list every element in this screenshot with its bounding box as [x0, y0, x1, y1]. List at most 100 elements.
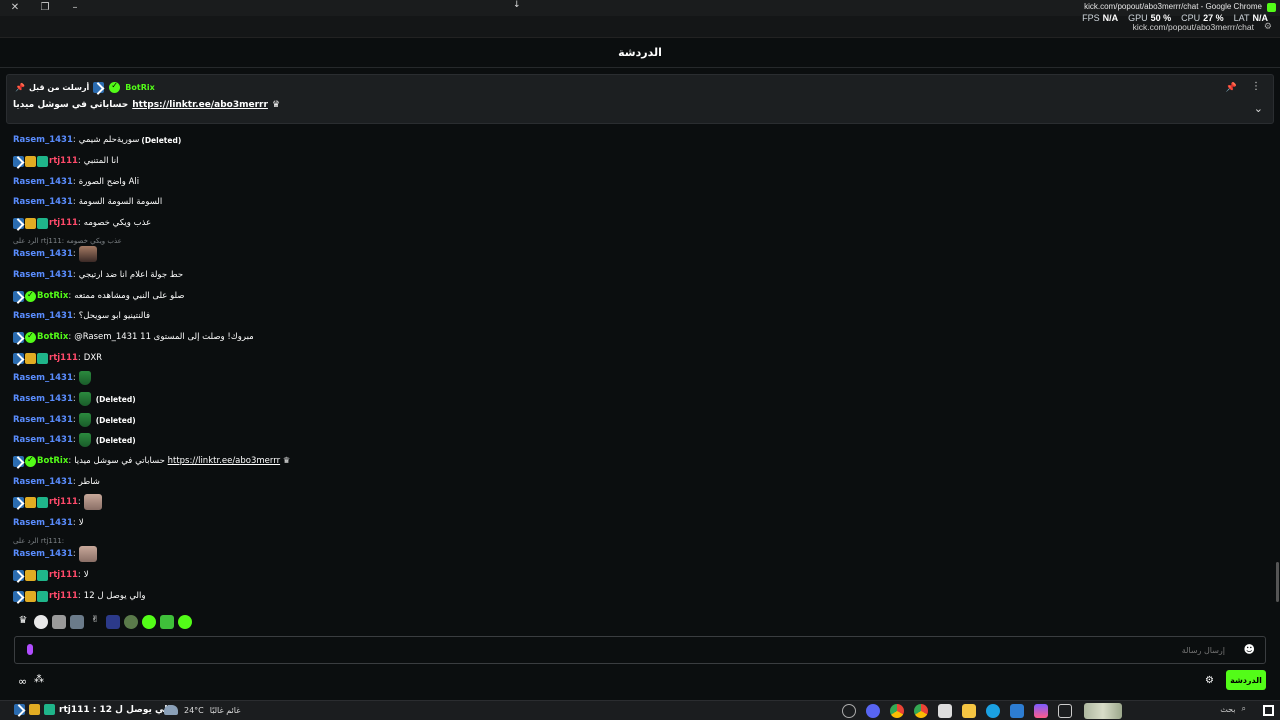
green-box-emote-icon[interactable]	[160, 615, 174, 629]
username[interactable]: Rasem_1431	[13, 549, 73, 559]
username[interactable]: Rasem_1431	[13, 373, 73, 383]
message-text: سوريةحلم شيمي	[78, 135, 140, 145]
blue-emote-icon[interactable]	[106, 615, 120, 629]
username[interactable]: rtj111	[49, 218, 78, 228]
minimize-icon[interactable]: –	[68, 1, 82, 15]
username[interactable]: Rasem_1431	[13, 197, 73, 207]
chat-message: BotRix: @Rasem_1431 مبروك! وصلت إلى المس…	[13, 330, 254, 344]
edge-app-icon[interactable]	[986, 704, 1000, 718]
emoji-icon[interactable]: ☻	[1244, 643, 1255, 656]
username[interactable]: Rasem_1431	[13, 249, 73, 259]
username[interactable]: Rasem_1431	[13, 135, 73, 145]
ball-emote-icon[interactable]	[34, 615, 48, 629]
pinned-by-label: أرسلت من قبل	[28, 83, 90, 92]
moderator-badge-icon	[13, 569, 24, 581]
username[interactable]: Rasem_1431	[13, 435, 73, 445]
task-view-icon[interactable]	[1058, 704, 1072, 718]
username[interactable]: BotRix	[37, 332, 68, 342]
username[interactable]: BotRix	[37, 456, 68, 466]
username[interactable]: BotRix	[37, 291, 68, 301]
close-icon[interactable]: ✕	[8, 1, 22, 15]
pinned-message[interactable]: 📌 أرسلت من قبل BotRix حساباتي في سوشل مي…	[6, 74, 1274, 124]
frog-emote-icon[interactable]	[124, 615, 138, 629]
weather-widget[interactable]: 24°C غائم غالبًا	[164, 705, 240, 715]
windows-start-icon[interactable]	[1263, 705, 1274, 716]
username[interactable]: Rasem_1431	[13, 394, 73, 404]
photo-emote-icon[interactable]	[70, 615, 84, 629]
pinned-username[interactable]: BotRix	[125, 83, 154, 92]
chat-message: Rasem_1431:	[13, 371, 94, 385]
username[interactable]: Rasem_1431	[13, 270, 73, 280]
chat-scrollbar[interactable]	[1276, 562, 1279, 602]
share-icon[interactable]: ⁂	[34, 674, 44, 685]
site-settings-icon[interactable]: ⚙	[1264, 22, 1272, 32]
message-input[interactable]	[45, 637, 1225, 663]
hand-emote-icon[interactable]: ✌	[88, 615, 102, 629]
emote-icon	[78, 546, 97, 562]
search-highlight-thumbnail[interactable]	[1084, 703, 1122, 719]
url-text[interactable]: kick.com/popout/abo3merrr/chat	[1133, 22, 1254, 32]
chrome-app-icon[interactable]	[890, 704, 904, 718]
verified-badge-icon	[109, 81, 121, 93]
chat-message: Rasem_1431: (Deleted)	[13, 433, 136, 447]
username[interactable]: rtj111	[49, 156, 78, 166]
moderator-badge-icon	[13, 155, 24, 167]
vip-badge-icon	[25, 590, 36, 602]
chevron-down-icon[interactable]: ⌄	[1254, 102, 1263, 115]
green-smile-emote-icon[interactable]	[178, 615, 192, 629]
person-emote-icon[interactable]	[52, 615, 66, 629]
message-text: عذب ويكي خصومه	[83, 218, 152, 228]
chrome-canary-app-icon[interactable]	[914, 704, 928, 718]
reply-preview[interactable]: الرد على rtj111:	[13, 537, 64, 545]
message-text: DXR	[83, 353, 103, 363]
chat-send-button[interactable]: الدردشة	[1226, 670, 1266, 690]
kick-icon	[1267, 3, 1276, 12]
username[interactable]: rtj111	[49, 353, 78, 363]
taskbar-notification[interactable]: rtj111 : والي يوصل ل 12	[14, 704, 176, 715]
chat-message: rtj111: والي يوصل ل 12	[13, 589, 145, 603]
infinity-icon[interactable]: ∞	[18, 675, 27, 688]
crown-icon: ♛	[282, 456, 291, 466]
username[interactable]: Rasem_1431	[13, 415, 73, 425]
chat-message: BotRix: حساباتي في سوشل ميديا https://li…	[13, 454, 290, 468]
moderator-badge-icon	[13, 352, 24, 364]
username[interactable]: rtj111	[49, 570, 78, 580]
crown-emote-icon[interactable]: ♛	[16, 615, 30, 629]
copilot-app-icon[interactable]	[1034, 704, 1048, 718]
green-face-emote-icon[interactable]	[142, 615, 156, 629]
chat-message: Rasem_1431: سوريةحلم شيمي (Deleted)	[13, 135, 182, 145]
username[interactable]: rtj111	[49, 497, 78, 507]
deleted-label: (Deleted)	[141, 135, 182, 145]
taskbar-search[interactable]: بحث ⌕	[1220, 704, 1246, 714]
gpu-value: 50 %	[1150, 13, 1172, 23]
reply-preview[interactable]: الرد على rtj111: عذب ويكي خصومه	[13, 237, 122, 245]
more-options-icon[interactable]: ⋮	[1251, 81, 1261, 92]
search-icon: ⌕	[1241, 704, 1246, 713]
discord-app-icon[interactable]	[866, 704, 880, 718]
vip-badge-icon	[25, 352, 36, 364]
clock-app-icon[interactable]	[842, 704, 856, 718]
gear-icon[interactable]: ⚙	[1205, 675, 1214, 686]
chat-input-box: ☻	[14, 636, 1266, 664]
chat-message: Rasem_1431:	[13, 546, 100, 562]
vscode-app-icon[interactable]	[1010, 704, 1024, 718]
folder-app-icon[interactable]	[962, 704, 976, 718]
chat-message: Rasem_1431: حط جولة اعلام انا ضد ارتيجي	[13, 270, 184, 280]
vip-badge-icon	[25, 569, 36, 581]
username[interactable]: Rasem_1431	[13, 518, 73, 528]
username[interactable]: Rasem_1431	[13, 177, 73, 187]
pinned-link[interactable]: https://linktr.ee/abo3merrr	[132, 100, 268, 110]
chat-messages[interactable]: Rasem_1431: سوريةحلم شيمي (Deleted) rtj1…	[0, 125, 1280, 605]
message-link[interactable]: https://linktr.ee/abo3merrr	[168, 456, 280, 466]
username[interactable]: Rasem_1431	[13, 477, 73, 487]
message-text: شاطر	[78, 477, 100, 487]
restore-icon[interactable]: ❐	[38, 1, 52, 15]
username[interactable]: Rasem_1431	[13, 311, 73, 321]
message-text: السومة السومة السومة	[78, 197, 163, 207]
chat-message: BotRix: صلو على النبي ومشاهده ممتعه	[13, 289, 185, 303]
username[interactable]: rtj111	[49, 591, 78, 601]
store-app-icon[interactable]	[938, 704, 952, 718]
microphone-icon[interactable]	[27, 644, 33, 655]
unpin-icon[interactable]: 📌	[1226, 83, 1237, 93]
deleted-label: (Deleted)	[95, 394, 136, 404]
